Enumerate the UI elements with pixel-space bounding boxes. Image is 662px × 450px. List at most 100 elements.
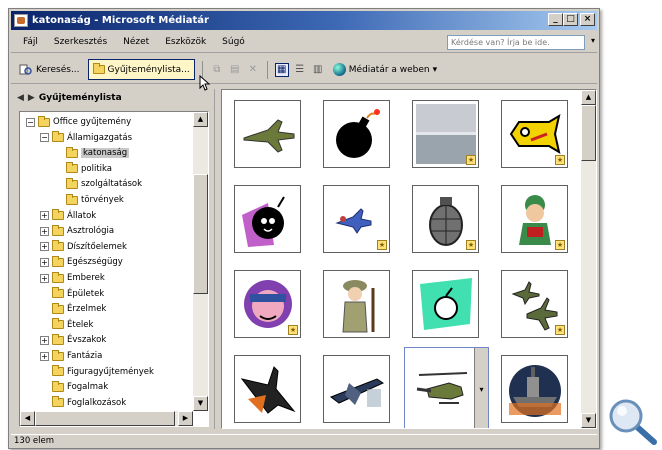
copy-icon[interactable]: ⧉ <box>210 63 224 77</box>
bomb-clip[interactable] <box>323 100 390 168</box>
back-arrow-icon[interactable]: ◀ <box>17 93 24 103</box>
tree-item[interactable]: − Államigazgatás <box>40 131 132 145</box>
clips-scroll-thumb[interactable] <box>581 105 596 161</box>
tree-item[interactable]: Épületek <box>40 287 104 301</box>
folder-icon <box>52 365 64 377</box>
magnifier-icon <box>609 399 657 445</box>
clip-image <box>238 104 298 164</box>
tree-item[interactable]: szolgáltatások <box>54 177 142 191</box>
expand-icon[interactable]: + <box>40 335 49 345</box>
clips-vertical-scrollbar[interactable]: ▲ ▼ <box>581 90 596 428</box>
clips-online-button[interactable]: Médiatár a weben ▾ <box>329 59 441 80</box>
green-soldier-clip[interactable]: ★ <box>501 185 568 253</box>
tree-item-label: Emberek <box>67 273 105 283</box>
menu-file[interactable]: Fájl <box>23 37 38 47</box>
yellow-fish-clip[interactable]: ★ <box>501 100 568 168</box>
folder-icon <box>52 209 64 221</box>
clip-thumbnails-pane: ★ ★ ★ ★ ★ ★ ★ ▾ ▲ ▼ <box>221 89 597 429</box>
jet-formation-clip[interactable]: ★ <box>501 270 568 338</box>
b52-bomber-clip[interactable] <box>323 355 390 423</box>
purple-bomb-clip[interactable] <box>234 185 301 253</box>
tree-item[interactable]: Érzelmek <box>40 302 106 316</box>
details-view-icon[interactable]: ▥ <box>311 63 325 77</box>
forward-arrow-icon[interactable]: ▶ <box>28 93 35 103</box>
menu-help[interactable]: Súgó <box>222 37 245 47</box>
tree-horizontal-scrollbar[interactable]: ◀ ▶ <box>20 411 193 426</box>
helicopter-clip[interactable]: ▾ <box>404 347 489 428</box>
expand-icon[interactable]: + <box>40 273 49 283</box>
close-button[interactable]: × <box>580 13 595 26</box>
tree-item[interactable]: törvények <box>54 193 124 207</box>
expand-icon[interactable]: + <box>40 226 49 236</box>
chevron-down-icon[interactable]: ▾ <box>433 65 438 75</box>
clips-scroll-up-button[interactable]: ▲ <box>581 90 596 105</box>
collection-list-label: Gyűjteménylista... <box>107 64 190 75</box>
pilot-face-clip[interactable]: ★ <box>234 270 301 338</box>
delete-icon[interactable]: ✕ <box>246 63 260 77</box>
collection-tree[interactable]: − Office gyűjtemény − Államigazgatás katonas… <box>19 111 209 427</box>
title-bar[interactable]: katonaság - Microsoft Médiatár _ □ × <box>11 11 597 30</box>
tree-item-label: katonaság <box>81 148 130 159</box>
scroll-down-button[interactable]: ▼ <box>193 396 208 411</box>
tree-item[interactable]: Figuragyűjtemények <box>40 365 154 379</box>
fighter-jet-clip[interactable] <box>234 100 301 168</box>
ask-question-input[interactable]: Kérdése van? Írja be ide. <box>447 35 585 50</box>
app-icon[interactable] <box>14 14 28 27</box>
tree-item[interactable]: + Díszítőelemek <box>40 240 127 254</box>
tree-item-label: Egészségügy <box>67 257 123 268</box>
menu-view[interactable]: Nézet <box>123 37 149 47</box>
menu-tools[interactable]: Eszközök <box>165 37 206 47</box>
minimize-button[interactable]: _ <box>548 13 563 26</box>
tree-item[interactable]: + Egészségügy <box>40 255 123 269</box>
maximize-button[interactable]: □ <box>563 13 578 26</box>
collection-list-button[interactable]: Gyűjteménylista... <box>87 59 195 80</box>
warship-clip[interactable] <box>501 355 568 423</box>
grenade-green-clip[interactable] <box>412 270 479 338</box>
tree-item-label: szolgáltatások <box>81 179 143 190</box>
grenade-clip[interactable]: ★ <box>412 185 479 253</box>
tree-item[interactable]: Fogalmak <box>40 380 108 394</box>
expand-icon[interactable]: + <box>40 211 49 221</box>
menu-edit[interactable]: Szerkesztés <box>54 37 107 47</box>
clips-scroll-down-button[interactable]: ▼ <box>581 413 596 428</box>
clip-image <box>238 189 298 249</box>
pane-title: Gyűjteménylista <box>38 93 122 103</box>
search-button[interactable]: Keresés... <box>15 59 84 80</box>
tree-item[interactable]: + Emberek <box>40 271 105 285</box>
help-dropdown-icon[interactable]: ▾ <box>591 36 595 45</box>
tree-item[interactable]: + Fantázia <box>40 349 102 363</box>
tree-item[interactable]: − Office gyűjtemény <box>26 115 131 129</box>
scroll-up-button[interactable]: ▲ <box>193 112 208 127</box>
scroll-left-button[interactable]: ◀ <box>20 411 35 426</box>
clip-image <box>238 359 298 419</box>
scroll-right-button[interactable]: ▶ <box>178 411 193 426</box>
tree-vertical-scrollbar[interactable]: ▲ ▼ <box>193 112 208 411</box>
tree-item-label: Fantázia <box>67 351 103 361</box>
gray-photo-clip[interactable]: ★ <box>412 100 479 168</box>
small-plane-clip[interactable]: ★ <box>323 185 390 253</box>
folder-icon <box>52 396 64 408</box>
expand-icon[interactable]: + <box>40 257 49 267</box>
clips-online-label: Médiatár a weben <box>348 64 430 75</box>
folder-icon <box>66 177 78 189</box>
thumbnails-view-icon[interactable]: ▦ <box>274 62 289 77</box>
soldier-rifle-clip[interactable] <box>323 270 390 338</box>
list-view-icon[interactable]: ☰ <box>293 63 307 77</box>
scroll-thumb[interactable] <box>193 174 208 294</box>
paste-icon[interactable]: ▤ <box>228 63 242 77</box>
collapse-icon[interactable]: − <box>26 117 35 127</box>
tree-item[interactable]: + Évszakok <box>40 333 106 347</box>
expand-icon[interactable]: + <box>40 351 49 361</box>
tree-item[interactable]: + Asztrológia <box>40 224 114 238</box>
collapse-icon[interactable]: − <box>40 133 49 143</box>
h-scroll-thumb[interactable] <box>35 411 175 426</box>
tree-item[interactable]: + Állatok <box>40 209 96 223</box>
tree-item[interactable]: katonaság <box>54 146 130 160</box>
stealth-jet-clip[interactable] <box>234 355 301 423</box>
tree-item[interactable]: Foglalkozások <box>40 396 126 410</box>
clip-menu-dropdown-icon[interactable]: ▾ <box>474 348 488 428</box>
expand-icon[interactable]: + <box>40 242 49 252</box>
tree-item[interactable]: politika <box>54 162 112 176</box>
tree-item[interactable]: Ételek <box>40 318 93 332</box>
tree-item-label: politika <box>81 163 112 174</box>
